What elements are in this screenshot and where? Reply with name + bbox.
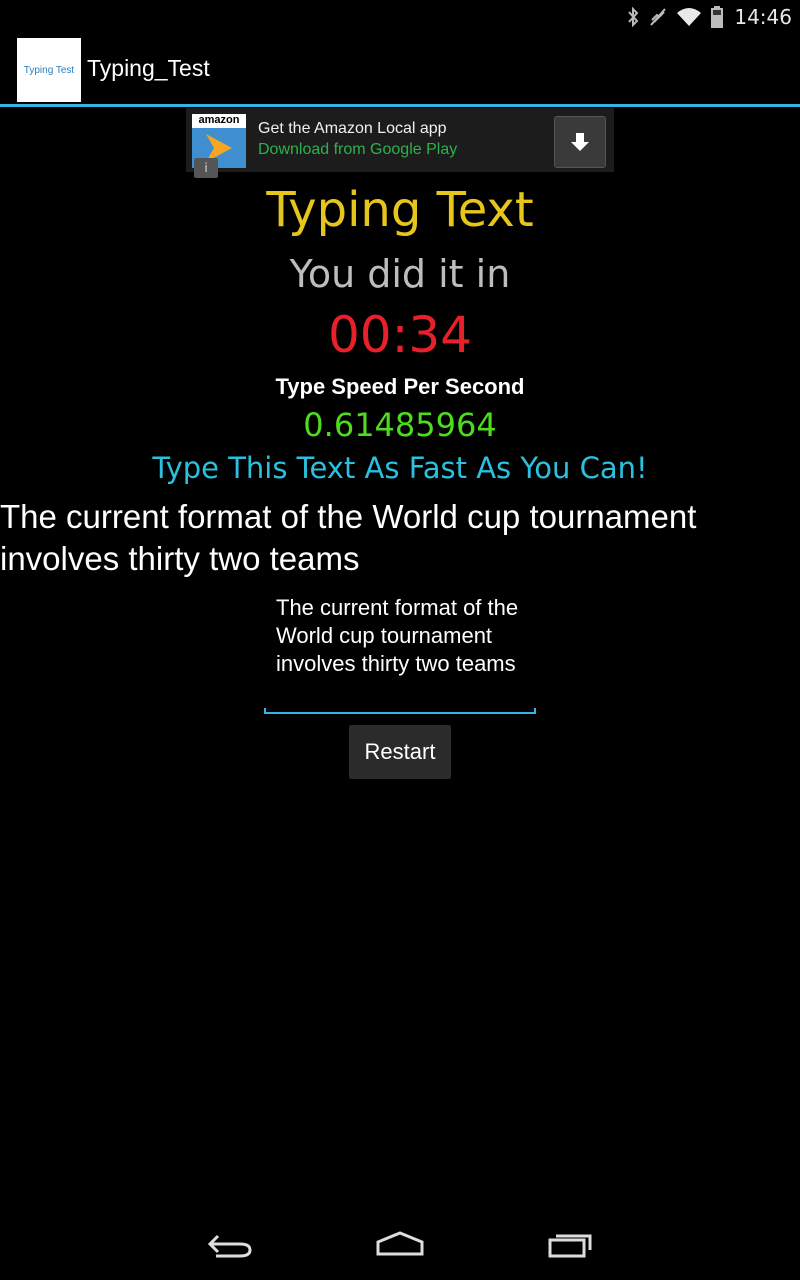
ad-subtitle: Download from Google Play xyxy=(258,141,458,158)
instruction-text: Type This Text As Fast As You Can! xyxy=(152,451,648,485)
action-bar: Typing Test Typing_Test xyxy=(0,33,800,105)
status-bar: 14:46 xyxy=(0,0,800,33)
download-arrow-icon xyxy=(571,133,589,151)
recent-apps-button[interactable] xyxy=(540,1224,600,1264)
typing-field xyxy=(264,594,536,714)
speed-value: 0.61485964 xyxy=(303,406,497,444)
wifi-icon xyxy=(676,6,702,28)
typing-input[interactable] xyxy=(276,594,532,710)
ad-banner[interactable]: amazon i Get the Amazon Local app Downlo… xyxy=(186,108,614,178)
input-underline-tick-left xyxy=(264,708,266,714)
status-clock: 14:46 xyxy=(734,5,792,29)
navigation-bar xyxy=(0,1208,800,1280)
info-icon[interactable]: i xyxy=(194,158,218,178)
page-heading: Typing Text xyxy=(266,182,534,238)
back-icon xyxy=(207,1234,252,1258)
app-icon[interactable]: Typing Test xyxy=(17,38,81,102)
restart-button[interactable]: Restart xyxy=(349,725,451,779)
amazon-logo: amazon i xyxy=(192,114,246,178)
ad-title: Get the Amazon Local app xyxy=(258,120,447,137)
recent-apps-icon xyxy=(548,1234,592,1258)
home-button[interactable] xyxy=(370,1224,430,1264)
bluetooth-icon xyxy=(626,6,640,28)
action-bar-divider xyxy=(0,104,800,107)
speed-label: Type Speed Per Second xyxy=(275,374,525,399)
target-text: The current format of the World cup tour… xyxy=(0,498,697,577)
app-title: Typing_Test xyxy=(87,55,210,81)
vibrate-icon xyxy=(648,6,668,28)
input-underline xyxy=(264,712,536,714)
download-button[interactable] xyxy=(554,116,606,168)
result-label: You did it in xyxy=(289,252,511,296)
status-icons: 14:46 xyxy=(626,5,792,29)
home-icon xyxy=(376,1231,424,1256)
app-icon-label: Typing Test xyxy=(23,64,75,76)
elapsed-timer: 00:34 xyxy=(327,306,473,364)
amazon-logo-text: amazon xyxy=(198,114,240,126)
back-button[interactable] xyxy=(200,1224,260,1264)
input-underline-tick-right xyxy=(534,708,536,714)
battery-icon xyxy=(710,6,724,28)
